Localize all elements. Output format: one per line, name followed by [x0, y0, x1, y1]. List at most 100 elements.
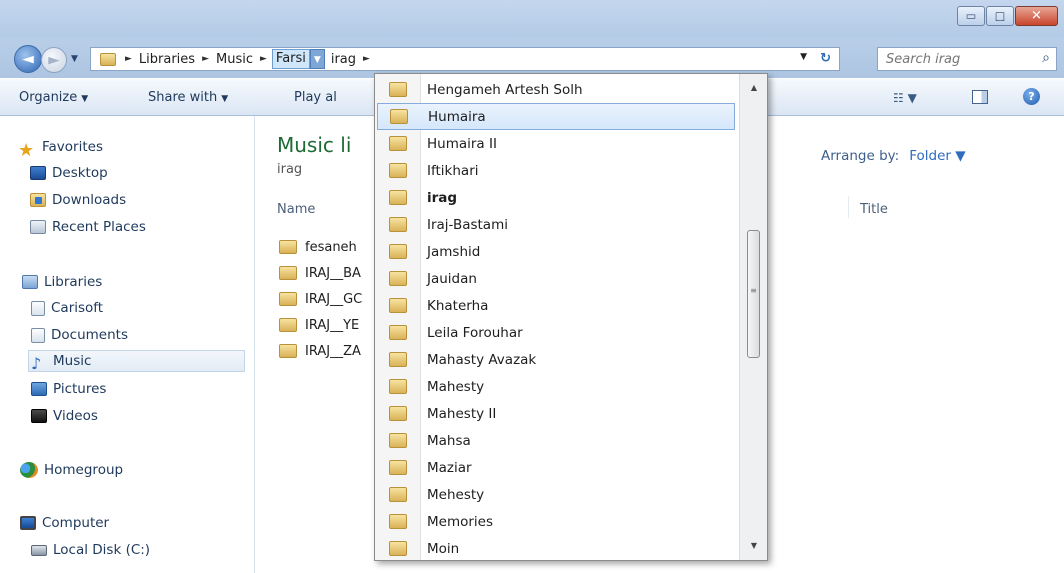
documents-icon — [31, 327, 45, 343]
address-history-dropdown[interactable]: ▼ — [800, 52, 807, 62]
sidebar-item-label: Homegroup — [44, 462, 124, 478]
page-title: Music li — [277, 133, 352, 157]
dropdown-item-label: Mehesty — [427, 486, 485, 503]
folder-icon — [389, 190, 407, 205]
sidebar-item-libraries[interactable]: Libraries — [22, 271, 102, 293]
folder-icon — [279, 344, 297, 358]
list-item[interactable]: fesaneh — [279, 237, 357, 257]
sidebar-item-favorites[interactable]: ★ Favorites — [18, 136, 103, 161]
computer-icon — [20, 516, 36, 530]
sidebar-item-label: Desktop — [52, 165, 108, 181]
dropdown-item-label: Mahasty Avazak — [427, 351, 537, 368]
scrollbar-thumb[interactable]: ≡ — [747, 230, 760, 358]
help-icon[interactable]: ? — [1023, 88, 1040, 105]
folder-icon — [389, 379, 407, 394]
recent-pages-button[interactable]: ▼ — [71, 54, 78, 64]
search-icon[interactable]: ⌕ — [1042, 50, 1050, 66]
maximize-button[interactable]: □ — [986, 6, 1014, 26]
sidebar-item-downloads[interactable]: Downloads — [30, 189, 126, 211]
sidebar-item-label: Recent Places — [52, 219, 146, 235]
breadcrumb-separator[interactable]: ► — [120, 54, 137, 64]
search-input[interactable] — [878, 48, 1028, 70]
preview-pane-icon[interactable] — [972, 90, 988, 104]
sidebar-item-computer[interactable]: Computer — [20, 512, 109, 534]
dropdown-item-label: irag — [427, 189, 458, 206]
back-button[interactable]: ◄ — [14, 45, 42, 73]
close-button[interactable]: ✕ — [1015, 6, 1058, 26]
dropdown-folder-item[interactable]: Humaira II — [375, 130, 737, 157]
breadcrumb: ► Libraries ► Music ► Farsi ▼ irag ► — [91, 48, 375, 70]
dropdown-folder-item[interactable]: Jauidan — [375, 265, 737, 292]
scroll-down-arrow[interactable]: ▼ — [740, 536, 767, 556]
list-item[interactable]: IRAJ__GC — [279, 289, 362, 309]
play-all-button[interactable]: Play al — [294, 90, 337, 105]
minimize-button[interactable]: ▭ — [957, 6, 985, 26]
sidebar-item-desktop[interactable]: Desktop — [30, 162, 108, 184]
file-name: IRAJ__BA — [305, 265, 361, 281]
play-all-label: Play al — [294, 90, 337, 105]
sidebar-item-label: Pictures — [53, 381, 107, 397]
sidebar-item-music[interactable]: ♪ Music — [28, 350, 245, 373]
refresh-icon[interactable]: ↻ — [820, 51, 831, 66]
scroll-up-arrow[interactable]: ▲ — [740, 78, 767, 98]
breadcrumb-separator[interactable]: ► — [197, 54, 214, 64]
dropdown-folder-item[interactable]: Iftikhari — [375, 157, 737, 184]
breadcrumb-libraries[interactable]: Libraries — [137, 52, 197, 67]
dropdown-folder-item[interactable]: Hengameh Artesh Solh — [375, 76, 737, 103]
breadcrumb-separator[interactable]: ► — [255, 54, 272, 64]
dropdown-folder-item[interactable]: Mahesty II — [375, 400, 737, 427]
list-item[interactable]: IRAJ__BA — [279, 263, 361, 283]
music-note-icon: ♪ — [31, 354, 42, 373]
organize-button[interactable]: Organize ▼ — [19, 90, 88, 105]
breadcrumb-music[interactable]: Music — [214, 52, 255, 67]
forward-button[interactable]: ► — [41, 47, 67, 73]
sidebar-item-homegroup[interactable]: Homegroup — [20, 459, 123, 481]
dropdown-folder-item[interactable]: Mahsa — [375, 427, 737, 454]
folder-icon — [100, 52, 116, 66]
dropdown-folder-item[interactable]: Mahasty Avazak — [375, 346, 737, 373]
dropdown-folder-item[interactable]: Moin — [375, 535, 737, 560]
sidebar-item-carisoft[interactable]: Carisoft — [31, 297, 103, 319]
file-name: IRAJ__ZA — [305, 343, 361, 359]
arrange-by: Arrange by: Folder ▼ — [821, 148, 966, 164]
dropdown-folder-item[interactable]: Khaterha — [375, 292, 737, 319]
list-item[interactable]: IRAJ__YE — [279, 315, 359, 335]
sidebar-item-pictures[interactable]: Pictures — [31, 378, 106, 400]
dropdown-folder-item[interactable]: Leila Forouhar — [375, 319, 737, 346]
sidebar-item-videos[interactable]: Videos — [31, 405, 98, 427]
share-with-button[interactable]: Share with ▼ — [148, 90, 228, 105]
dropdown-folder-item[interactable]: Jamshid — [375, 238, 737, 265]
dropdown-scrollbar[interactable]: ▲ ≡ ▼ — [739, 74, 767, 560]
dropdown-item-label: Iftikhari — [427, 162, 479, 179]
dropdown-folder-item[interactable]: Memories — [375, 508, 737, 535]
dropdown-folder-item[interactable]: Iraj-Bastami — [375, 211, 737, 238]
views-icon[interactable]: ☷ ▼ — [893, 91, 917, 105]
sidebar-item-local-disk-c[interactable]: Local Disk (C:) — [31, 539, 150, 561]
sidebar-item-recent-places[interactable]: Recent Places — [30, 216, 146, 238]
column-divider[interactable] — [848, 196, 849, 218]
breadcrumb-farsi-dropdown[interactable]: ▼ — [309, 49, 325, 69]
dropdown-folder-item[interactable]: Humaira — [377, 103, 735, 130]
address-bar[interactable]: ► Libraries ► Music ► Farsi ▼ irag ► ▼ ↻ — [90, 47, 840, 71]
dropdown-folder-item[interactable]: Mehesty — [375, 481, 737, 508]
column-header-title[interactable]: Title — [860, 202, 888, 217]
breadcrumb-irag[interactable]: irag — [329, 52, 358, 67]
arrange-by-dropdown[interactable]: Folder ▼ — [909, 148, 965, 164]
folder-icon — [389, 298, 407, 313]
breadcrumb-separator[interactable]: ► — [358, 54, 375, 64]
folder-icon — [389, 271, 407, 286]
dropdown-folder-item[interactable]: Mahesty — [375, 373, 737, 400]
arrange-by-label: Arrange by: — [821, 148, 900, 164]
dropdown-folder-item[interactable]: Maziar — [375, 454, 737, 481]
folder-icon — [389, 541, 407, 556]
list-item[interactable]: IRAJ__ZA — [279, 341, 361, 361]
dropdown-item-label: Iraj-Bastami — [427, 216, 508, 233]
dropdown-folder-item[interactable]: irag — [375, 184, 737, 211]
column-header-name[interactable]: Name — [277, 202, 315, 217]
folder-icon — [389, 217, 407, 232]
breadcrumb-farsi[interactable]: Farsi — [271, 49, 310, 69]
sidebar-item-label: Computer — [42, 515, 110, 531]
sidebar-item-documents[interactable]: Documents — [31, 324, 128, 346]
library-icon — [31, 300, 45, 316]
folder-icon — [389, 163, 407, 178]
